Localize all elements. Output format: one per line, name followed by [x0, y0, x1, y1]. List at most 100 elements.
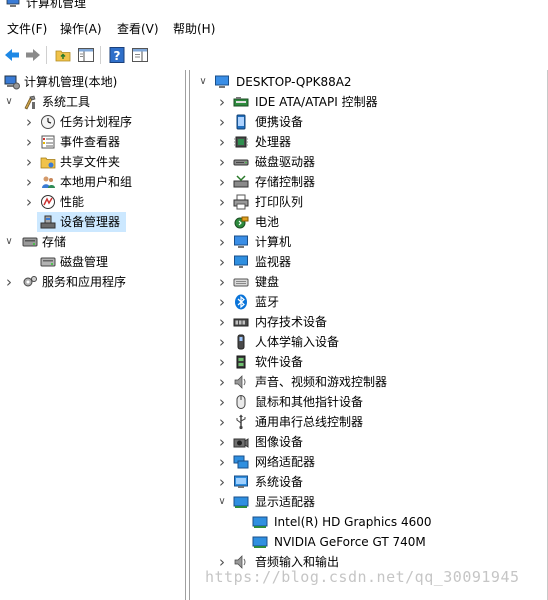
device-category-storage-controller[interactable]: › 存储控制器 — [190, 172, 545, 192]
tree-item-system-tools[interactable]: ∨ 系统工具 — [0, 92, 183, 112]
network-adapter-icon — [233, 454, 249, 470]
chevron-right-icon[interactable]: › — [24, 172, 34, 192]
properties-button[interactable] — [130, 45, 150, 65]
svg-text:?: ? — [114, 49, 121, 63]
chevron-right-icon[interactable]: › — [217, 352, 227, 372]
computer-icon — [233, 234, 249, 250]
chevron-right-icon[interactable]: › — [24, 152, 34, 172]
chevron-right-icon[interactable]: › — [217, 392, 227, 412]
device-root-label: DESKTOP-QPK88A2 — [236, 75, 352, 89]
forward-icon — [26, 49, 40, 61]
device-category-label: 蓝牙 — [255, 295, 280, 309]
chevron-right-icon[interactable]: › — [217, 92, 227, 112]
device-category-processor[interactable]: › 处理器 — [190, 132, 545, 152]
chevron-right-icon[interactable]: › — [217, 152, 227, 172]
battery-icon — [233, 214, 249, 230]
memory-device-icon — [233, 314, 249, 330]
show-hide-tree-button[interactable] — [76, 45, 96, 65]
chevron-right-icon[interactable]: › — [217, 292, 227, 312]
system-tools-icon — [22, 94, 38, 110]
device-category-disk-drive[interactable]: › 磁盘驱动器 — [190, 152, 545, 172]
device-category-camera[interactable]: › 图像设备 — [190, 432, 545, 452]
display-adapter-icon — [233, 494, 249, 510]
device-category-battery[interactable]: › 电池 — [190, 212, 545, 232]
device-tree-root[interactable]: ∨ DESKTOP-QPK88A2 — [190, 72, 545, 92]
chevron-right-icon[interactable]: › — [24, 132, 34, 152]
device-category-speaker[interactable]: › 声音、视频和游戏控制器 — [190, 372, 545, 392]
device-category-system-device[interactable]: › 系统设备 — [190, 472, 545, 492]
chevron-right-icon[interactable]: › — [217, 412, 227, 432]
device-item[interactable]: NVIDIA GeForce GT 740M — [190, 532, 545, 552]
chevron-down-icon[interactable]: ∨ — [4, 92, 14, 112]
device-category-display-adapter[interactable]: ∨ 显示适配器 — [190, 492, 545, 512]
device-category-label: 电池 — [255, 215, 280, 229]
device-category-monitor[interactable]: › 监视器 — [190, 252, 545, 272]
device-category-software-device[interactable]: › 软件设备 — [190, 352, 545, 372]
event-viewer-icon — [40, 134, 56, 150]
up-folder-button[interactable] — [53, 45, 73, 65]
menu-view[interactable]: 查看(V) — [117, 22, 159, 36]
chevron-down-icon[interactable]: ∨ — [4, 232, 14, 252]
chevron-right-icon[interactable]: › — [24, 112, 34, 132]
help-button[interactable]: ? — [107, 45, 127, 65]
computer-management-icon — [6, 0, 20, 8]
chevron-right-icon[interactable]: › — [217, 212, 227, 232]
keyboard-icon — [233, 274, 249, 290]
chevron-right-icon[interactable]: › — [217, 432, 227, 452]
device-category-label: 便携设备 — [255, 115, 304, 129]
chevron-right-icon[interactable]: › — [217, 172, 227, 192]
device-category-mouse[interactable]: › 鼠标和其他指针设备 — [190, 392, 545, 412]
device-category-printer[interactable]: › 打印队列 — [190, 192, 545, 212]
chevron-right-icon[interactable]: › — [4, 272, 14, 292]
device-category-label: 打印队列 — [255, 195, 304, 209]
tree-item-shared-folder[interactable]: › 共享文件夹 — [0, 152, 183, 172]
chevron-right-icon[interactable]: › — [217, 112, 227, 132]
back-button[interactable] — [2, 45, 22, 65]
ide-controller-icon — [233, 94, 249, 110]
display-adapter-icon — [252, 534, 268, 550]
tree-item-computer-management[interactable]: 计算机管理(本地) — [0, 72, 183, 92]
chevron-right-icon[interactable]: › — [217, 272, 227, 292]
tree-item-device-manager[interactable]: 设备管理器 — [37, 212, 126, 232]
show-hide-tree-icon — [78, 48, 94, 62]
forward-button[interactable] — [23, 45, 43, 65]
chevron-right-icon[interactable]: › — [217, 332, 227, 352]
device-category-network-adapter[interactable]: › 网络适配器 — [190, 452, 545, 472]
disk-drive-icon — [233, 154, 249, 170]
tree-item-services[interactable]: › 服务和应用程序 — [0, 272, 183, 292]
device-category-usb[interactable]: › 通用串行总线控制器 — [190, 412, 545, 432]
chevron-right-icon[interactable]: › — [217, 472, 227, 492]
tree-item-event-viewer[interactable]: › 事件查看器 — [0, 132, 183, 152]
device-category-memory-device[interactable]: › 内存技术设备 — [190, 312, 545, 332]
chevron-right-icon[interactable]: › — [217, 252, 227, 272]
menu-help[interactable]: 帮助(H) — [173, 22, 215, 36]
clock-icon — [40, 114, 56, 130]
device-category-computer[interactable]: › 计算机 — [190, 232, 545, 252]
device-category-label: 处理器 — [255, 135, 292, 149]
chevron-right-icon[interactable]: › — [217, 192, 227, 212]
device-category-ide-controller[interactable]: › IDE ATA/ATAPI 控制器 — [190, 92, 545, 112]
menu-file[interactable]: 文件(F) — [7, 22, 47, 36]
tree-item-disk-management[interactable]: 磁盘管理 — [0, 252, 183, 272]
tree-item-label: 系统工具 — [42, 95, 91, 109]
device-category-hid[interactable]: › 人体学输入设备 — [190, 332, 545, 352]
tree-item-storage[interactable]: ∨ 存储 — [0, 232, 183, 252]
chevron-right-icon[interactable]: › — [24, 192, 34, 212]
chevron-down-icon[interactable]: ∨ — [198, 72, 208, 92]
chevron-right-icon[interactable]: › — [217, 372, 227, 392]
tree-item-performance[interactable]: › 性能 — [0, 192, 183, 212]
chevron-right-icon[interactable]: › — [217, 312, 227, 332]
chevron-down-icon[interactable]: ∨ — [217, 492, 227, 512]
tree-item-clock[interactable]: › 任务计划程序 — [0, 112, 183, 132]
chevron-right-icon[interactable]: › — [217, 132, 227, 152]
menu-action[interactable]: 操作(A) — [60, 22, 102, 36]
chevron-right-icon[interactable]: › — [217, 232, 227, 252]
device-category-keyboard[interactable]: › 键盘 — [190, 272, 545, 292]
watermark: https://blog.csdn.net/qq_30091945 — [205, 568, 520, 586]
tree-item-users[interactable]: › 本地用户和组 — [0, 172, 183, 192]
device-category-bluetooth[interactable]: › 蓝牙 — [190, 292, 545, 312]
device-item[interactable]: Intel(R) HD Graphics 4600 — [190, 512, 545, 532]
chevron-right-icon[interactable]: › — [217, 452, 227, 472]
device-category-portable-device[interactable]: › 便携设备 — [190, 112, 545, 132]
hid-icon — [233, 334, 249, 350]
